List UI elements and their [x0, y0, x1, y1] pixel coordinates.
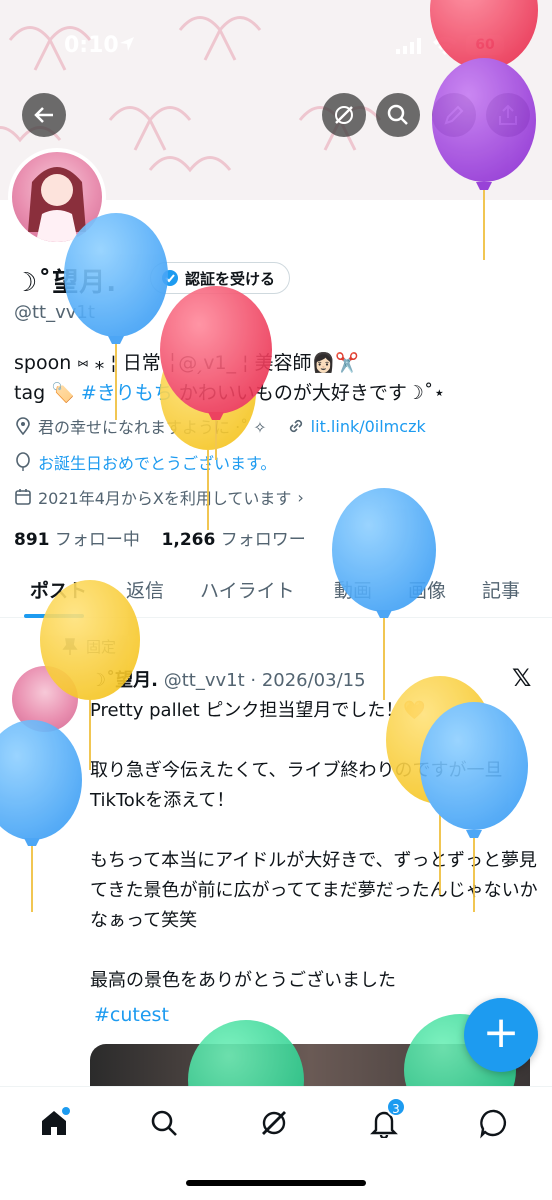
follow-counts: 891 フォロー中 1,266 フォロワー — [14, 525, 306, 550]
x-logo-icon: 𝕏 — [512, 664, 532, 692]
profile-joined: 2021年4月からXを利用しています — [38, 489, 292, 508]
post-handle-date: @tt_vv1t · 2026/03/15 — [163, 670, 366, 691]
chevron-right-icon: › — [297, 487, 304, 507]
nav-search[interactable] — [144, 1103, 184, 1143]
profile-location: 君の幸せになれますように ‧˚ ✧ — [38, 418, 267, 437]
battery-indicator: 60 — [466, 35, 504, 55]
calendar-icon — [15, 489, 31, 505]
profile-name: ☽˚望月. — [14, 268, 118, 298]
profile-birthday: お誕生日おめでとうございます。 — [38, 454, 277, 473]
profile-handle: @tt_vv1t — [14, 302, 95, 323]
share-icon — [499, 104, 517, 125]
cellular-signal-icon — [396, 38, 421, 54]
followers-link[interactable]: 1,266 フォロワー — [162, 530, 306, 550]
bio-hashtag-link[interactable]: #きりもち — [81, 382, 173, 404]
nav-notifications[interactable]: 3 — [364, 1097, 406, 1143]
active-tab-indicator — [24, 614, 84, 618]
profile-avatar[interactable] — [8, 148, 106, 246]
share-button[interactable] — [486, 93, 530, 137]
tab-posts[interactable]: ポスト — [30, 576, 87, 603]
location-arrow-icon — [120, 37, 134, 51]
search-button[interactable] — [376, 93, 420, 137]
profile-meta-row: 君の幸せになれますように ‧˚ ✧ lit.link/0ilmczk — [14, 414, 426, 438]
home-unread-dot — [62, 1107, 70, 1115]
back-button[interactable] — [22, 93, 66, 137]
verified-badge-icon — [162, 270, 178, 286]
post-text: Pretty pallet ピンク担当望月でした！🧡 取り急ぎ今伝えたくて、ライ… — [90, 700, 538, 991]
grok-icon — [335, 106, 353, 124]
compose-post-button[interactable]: + — [464, 998, 538, 1072]
get-verified-label: 認証を受ける — [185, 269, 276, 288]
arrow-left-icon — [34, 107, 53, 123]
profile-bio: spoon ⑅ ⁎ ¦ 日常 ╎@ ̗v1_ ¦ 美容師👩🏻✂️ tag 🏷️ … — [14, 348, 544, 408]
avatar-illustration — [28, 167, 86, 242]
following-link[interactable]: 891 フォロー中 — [14, 530, 140, 550]
tab-photos[interactable]: 画像 — [408, 576, 446, 603]
post-author-avatar[interactable] — [12, 666, 78, 732]
profile-website-link[interactable]: lit.link/0ilmczk — [311, 417, 426, 436]
bio-line-1: spoon ⑅ ⁎ ¦ 日常 ╎@ ̗v1_ ¦ 美容師👩🏻✂️ — [14, 352, 359, 374]
pinned-indicator: 固定 — [62, 636, 116, 657]
chat-bubble-icon — [480, 1109, 507, 1139]
tab-replies[interactable]: 返信 — [126, 576, 164, 603]
nav-home[interactable] — [34, 1103, 74, 1143]
location-pin-icon — [16, 417, 30, 435]
tab-highlights[interactable]: ハイライト — [200, 576, 295, 603]
profile-tabs: ポスト 返信 ハイライト 動画 画像 記事 — [0, 562, 552, 618]
tab-articles[interactable]: 記事 — [482, 576, 520, 603]
balloon-blue — [0, 720, 82, 912]
nav-messages[interactable] — [474, 1103, 514, 1143]
profile-birthday-row: お誕生日おめでとうございます。 — [14, 450, 276, 474]
tab-videos[interactable]: 動画 — [334, 576, 372, 603]
bio-line-2: tag 🏷️ #きりもち かわいいものが大好きです☽˚⋆ — [14, 378, 544, 408]
nav-grok[interactable] — [254, 1103, 294, 1143]
search-icon — [151, 1110, 177, 1136]
pin-icon — [62, 637, 78, 655]
plus-icon: + — [482, 1007, 520, 1058]
post-header: ☽˚望月. @tt_vv1t · 2026/03/15 — [90, 666, 366, 692]
notifications-badge: 3 — [386, 1097, 406, 1117]
pinned-label: 固定 — [86, 638, 117, 656]
search-icon — [387, 104, 408, 125]
post-hashtag[interactable]: #cutest — [94, 1004, 169, 1026]
following-label: フォロー中 — [54, 530, 140, 550]
followers-count: 1,266 — [161, 530, 216, 550]
get-verified-button[interactable]: 認証を受ける — [150, 262, 291, 294]
bio-tag-prefix: tag 🏷️ — [14, 382, 81, 404]
status-time: 0:10 — [64, 33, 119, 58]
balloon-icon — [16, 452, 30, 471]
following-count: 891 — [14, 530, 50, 550]
grok-button[interactable] — [322, 93, 366, 137]
edit-button[interactable] — [432, 93, 476, 137]
pencil-icon — [444, 105, 464, 125]
bio-tag-suffix: かわいいものが大好きです☽˚⋆ — [172, 382, 446, 404]
status-bar: 0:10 60 — [0, 0, 552, 90]
followers-label: フォロワー — [220, 530, 306, 550]
profile-joined-row[interactable]: 2021年4月からXを利用しています › — [14, 485, 304, 509]
link-icon — [289, 419, 302, 433]
grok-icon — [262, 1111, 286, 1135]
wifi-icon — [433, 37, 457, 55]
home-indicator — [186, 1180, 366, 1186]
post-author-name[interactable]: ☽˚望月. — [90, 670, 158, 691]
